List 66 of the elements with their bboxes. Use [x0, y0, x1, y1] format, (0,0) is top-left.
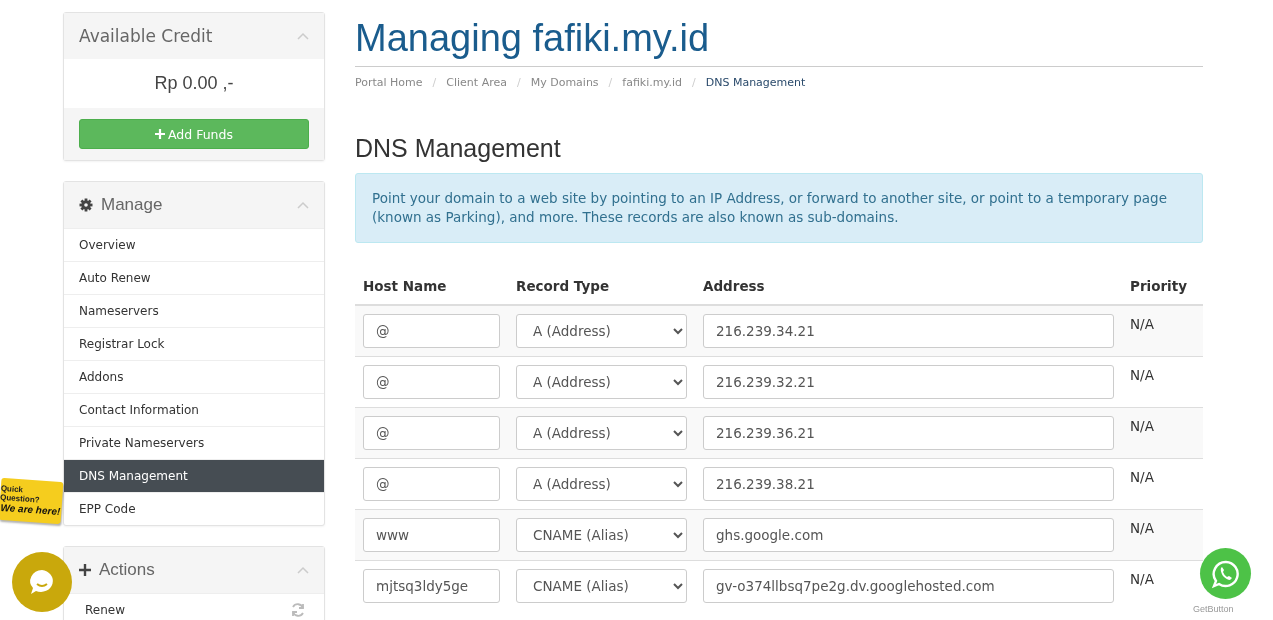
breadcrumb-separator: / [431, 75, 438, 89]
column-header: Host Name [363, 277, 447, 294]
host-name-field[interactable]: @ [363, 364, 500, 399]
badge-text: Quick Question? [0, 484, 41, 505]
sidebar-item[interactable]: EPP Code [64, 492, 324, 525]
priority-value: N/A [1130, 416, 1154, 434]
priority-value: N/A [1130, 569, 1154, 587]
collapse-chevron-icon[interactable] [297, 566, 309, 574]
whatsapp-button[interactable] [1200, 548, 1251, 599]
phone-bubble-icon [1210, 558, 1241, 589]
column-header: Priority [1130, 277, 1187, 294]
address-field[interactable]: 216.239.36.21 [703, 415, 1114, 450]
host-name-field[interactable]: mjtsq3ldy5ge [363, 568, 500, 603]
priority-value: N/A [1130, 518, 1154, 536]
record-type-dropdown[interactable]: CNAME (Alias) [516, 568, 687, 603]
chat-promo-badge[interactable]: Quick Question? We are here! [0, 477, 64, 525]
refresh-icon [290, 602, 306, 618]
record-type-dropdown[interactable]: A (Address) [516, 313, 687, 348]
address-field[interactable]: ghs.google.com [703, 517, 1114, 552]
breadcrumb-separator: / [607, 75, 614, 89]
collapse-chevron-icon[interactable] [297, 32, 309, 40]
breadcrumb-link[interactable]: My Domains [530, 75, 599, 89]
panel-title: Manage [101, 195, 163, 215]
priority-value: N/A [1130, 365, 1154, 383]
sidebar-item[interactable]: Auto Renew [64, 261, 324, 294]
breadcrumb-link[interactable]: Client Area [446, 75, 507, 89]
record-type-dropdown[interactable]: CNAME (Alias) [516, 517, 687, 552]
credit-amount: Rp 0.00 ,- [153, 72, 235, 95]
page-title: Managing fafiki.my.id [355, 18, 710, 60]
chat-button[interactable] [12, 552, 72, 612]
sidebar-item[interactable]: Nameservers [64, 294, 324, 327]
sidebar-item[interactable]: Addons [64, 360, 324, 393]
column-header: Address [703, 277, 765, 294]
breadcrumb-link[interactable]: fafiki.my.id [622, 75, 682, 89]
priority-value: N/A [1130, 314, 1154, 332]
host-name-field[interactable]: @ [363, 415, 500, 450]
host-name-field[interactable]: @ [363, 313, 500, 348]
badge-text: We are here! [0, 502, 61, 518]
column-header: Record Type [516, 277, 610, 294]
sidebar-item[interactable]: DNS Management [64, 459, 324, 492]
sidebar-item[interactable]: Registrar Lock [64, 327, 324, 360]
plus-icon [155, 129, 165, 139]
panel-title: Available Credit [79, 26, 213, 46]
breadcrumb-link[interactable]: Portal Home [355, 75, 423, 89]
record-type-dropdown[interactable]: A (Address) [516, 415, 687, 450]
record-type-dropdown[interactable]: A (Address) [516, 364, 687, 399]
breadcrumb-separator: / [691, 75, 697, 89]
record-type-dropdown[interactable]: A (Address) [516, 466, 687, 501]
address-field[interactable]: 216.239.38.21 [703, 466, 1114, 501]
sidebar-item[interactable]: Overview [64, 228, 324, 261]
sidebar-item[interactable]: Contact Information [64, 393, 324, 426]
address-field[interactable]: gv-o374llbsq7pe2g.dv.googlehosted.com [703, 568, 1114, 603]
gear-icon [79, 198, 93, 212]
sidebar-item[interactable]: Renew [85, 603, 125, 617]
breadcrumb-link[interactable]: DNS Management [705, 75, 806, 89]
address-field[interactable]: 216.239.34.21 [703, 313, 1114, 348]
info-alert: Point your domain to a web site by pointing to an IP Address, or forward to another site, or point to a temporary page (known as Parking), and more. These records are also known as sub-domains. [355, 172, 1203, 243]
panel-title: Actions [99, 560, 155, 580]
plus-icon [79, 564, 91, 576]
breadcrumb-separator: / [515, 75, 522, 89]
priority-value: N/A [1130, 467, 1154, 485]
address-field[interactable]: 216.239.32.21 [703, 364, 1114, 399]
collapse-chevron-icon[interactable] [297, 201, 309, 209]
host-name-field[interactable]: www [363, 517, 500, 552]
section-title: DNS Management [355, 133, 561, 163]
host-name-field[interactable]: @ [363, 466, 500, 501]
